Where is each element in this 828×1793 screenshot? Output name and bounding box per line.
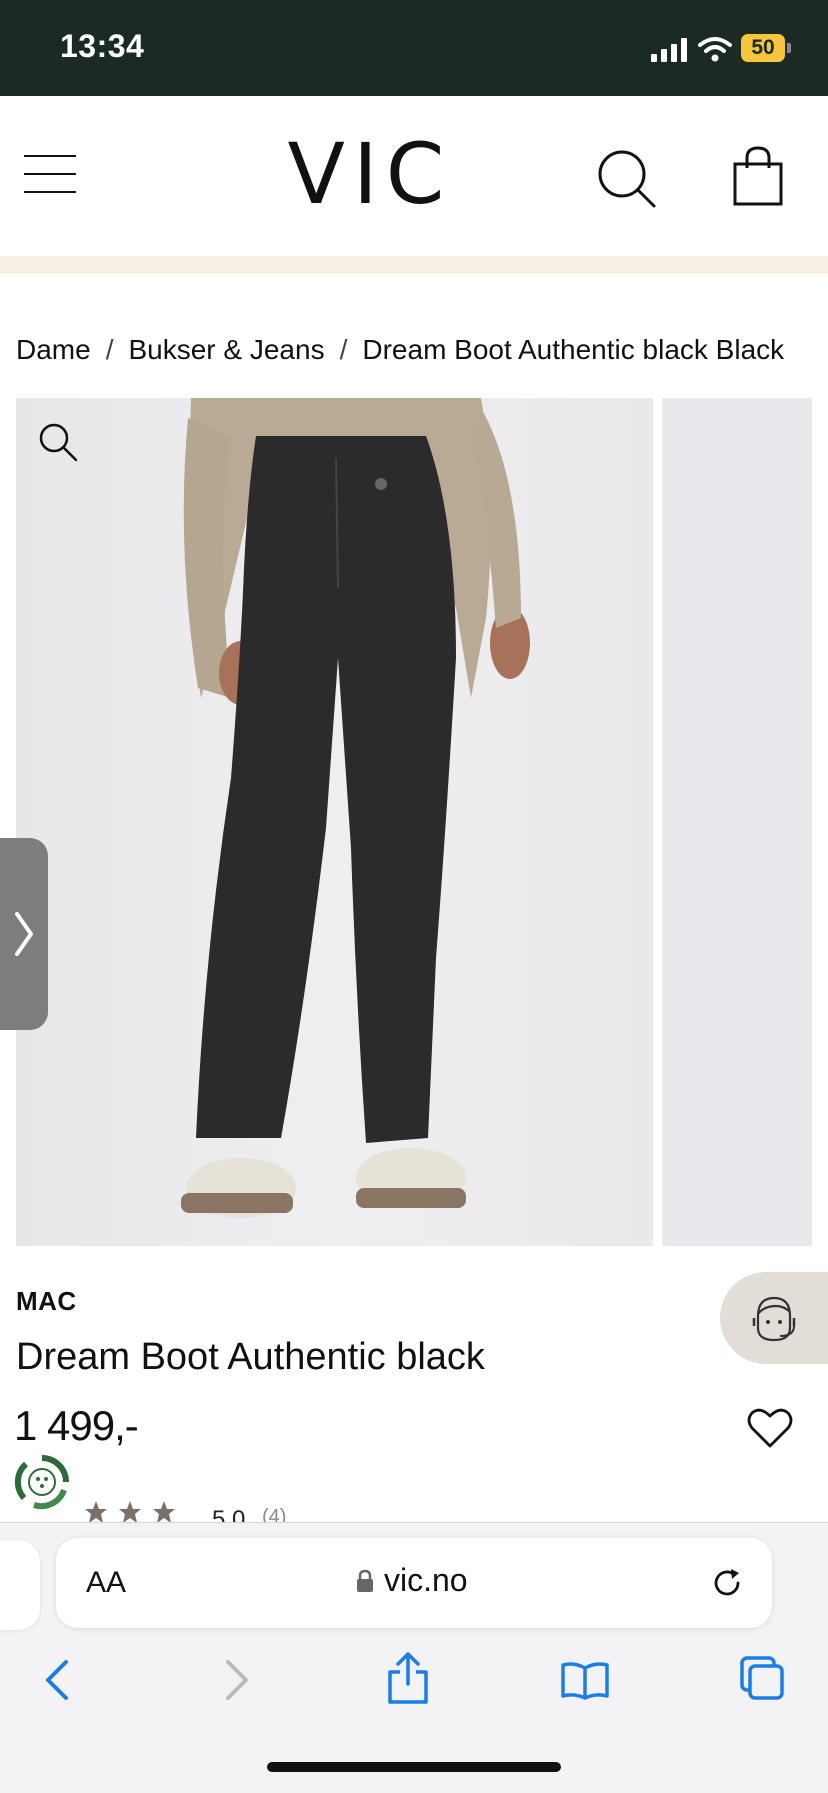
wishlist-heart-icon[interactable]	[746, 1406, 794, 1450]
zoom-icon[interactable]	[38, 422, 78, 462]
wifi-icon	[698, 37, 732, 62]
battery-indicator: 50	[741, 34, 785, 62]
breadcrumb-separator: /	[105, 334, 114, 365]
address-bar[interactable]: AA vic.no	[56, 1538, 772, 1628]
hamburger-menu-icon[interactable]	[24, 154, 76, 194]
support-agent-icon	[752, 1296, 796, 1342]
breadcrumb-item-dame[interactable]: Dame	[16, 334, 91, 365]
tabs-overview-icon[interactable]	[738, 1654, 786, 1702]
star-icon	[119, 1501, 141, 1523]
site-logo[interactable]: VIC	[270, 132, 470, 216]
breadcrumb-separator: /	[339, 334, 348, 365]
home-indicator	[267, 1762, 561, 1772]
customer-service-chat-button[interactable]	[720, 1272, 828, 1364]
site-header: VIC	[0, 96, 828, 256]
share-icon[interactable]	[386, 1650, 430, 1706]
reader-settings-label: AA	[86, 1566, 127, 1599]
product-image-next[interactable]	[662, 398, 812, 1246]
star-icon	[153, 1501, 175, 1523]
url-display[interactable]: vic.no	[356, 1562, 468, 1599]
status-time: 13:34	[60, 28, 145, 64]
search-icon[interactable]	[596, 148, 658, 210]
product-image-main[interactable]	[16, 398, 653, 1246]
shopping-bag-icon[interactable]	[732, 146, 784, 206]
product-price: 1 499,-	[14, 1402, 139, 1449]
previous-tab-peek[interactable]	[0, 1540, 40, 1630]
product-brand[interactable]: MAC	[16, 1286, 77, 1317]
forward-arrow-icon[interactable]	[222, 1658, 252, 1702]
product-title: Dream Boot Authentic black	[16, 1336, 485, 1378]
star-icon	[85, 1501, 107, 1523]
cellular-signal-icon	[651, 38, 687, 62]
chevron-right-icon	[15, 912, 33, 956]
reload-icon[interactable]	[710, 1566, 744, 1600]
breadcrumb-item-current: Dream Boot Authentic black Black	[362, 334, 785, 365]
battery-tip	[787, 43, 791, 53]
eco-recycle-badge-icon[interactable]	[14, 1454, 70, 1510]
back-arrow-icon[interactable]	[42, 1658, 72, 1702]
product-photo-jeans	[181, 398, 530, 1218]
url-text: vic.no	[384, 1562, 468, 1598]
promo-strip	[0, 256, 828, 274]
status-bar: 13:34 50	[0, 0, 828, 96]
breadcrumb: Dame / Bukser & Jeans / Dream Boot Authentic…	[16, 334, 784, 366]
lock-icon	[357, 1569, 373, 1592]
bookmarks-icon[interactable]	[560, 1660, 610, 1700]
reader-settings-button[interactable]: AA	[86, 1566, 126, 1600]
side-tab-toggle[interactable]	[0, 838, 48, 1030]
rating-stars	[85, 1501, 175, 1523]
breadcrumb-item-bukser-jeans[interactable]: Bukser & Jeans	[128, 334, 324, 365]
